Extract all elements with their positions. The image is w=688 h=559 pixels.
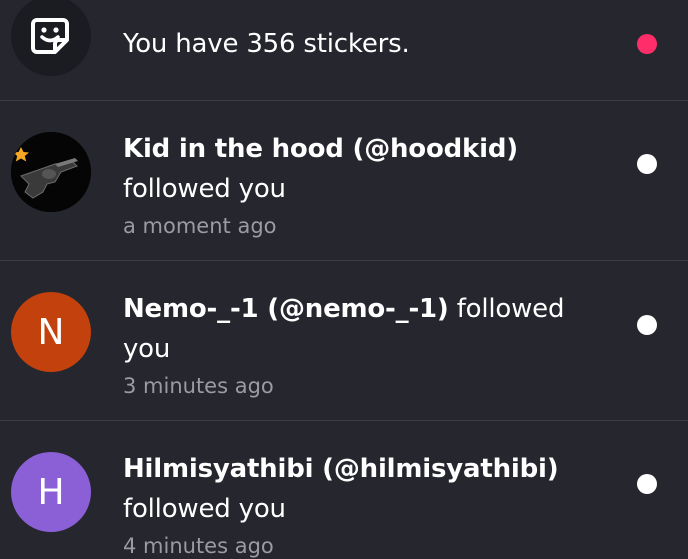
notification-content: You have 356 stickers. bbox=[123, 26, 593, 62]
notification-follow[interactable]: N Nemo-_-1 (@nemo-_-1) followed you 3 mi… bbox=[0, 261, 688, 421]
user-avatar[interactable]: N bbox=[11, 292, 91, 372]
sticker-icon bbox=[31, 18, 69, 54]
notification-list: You have 356 stickers. Kid in the hood (… bbox=[0, 0, 688, 559]
notification-stickers[interactable]: You have 356 stickers. bbox=[0, 0, 688, 101]
notification-follow[interactable]: Kid in the hood (@hoodkid) followed you … bbox=[0, 101, 688, 261]
notification-time: 3 minutes ago bbox=[123, 374, 274, 398]
user-avatar[interactable]: H bbox=[11, 452, 91, 532]
user-name[interactable]: Hilmisyathibi (@hilmisyathibi) bbox=[123, 454, 559, 484]
unread-dot bbox=[637, 474, 657, 494]
notification-action: followed you bbox=[123, 494, 286, 524]
avatar-letter: H bbox=[37, 471, 65, 513]
sticker-avatar bbox=[11, 0, 91, 76]
photo-avatar bbox=[11, 132, 91, 212]
user-avatar[interactable] bbox=[11, 132, 91, 212]
notification-follow[interactable]: H Hilmisyathibi (@hilmisyathibi) followe… bbox=[0, 421, 688, 559]
notification-time: 4 minutes ago bbox=[123, 534, 274, 558]
user-name[interactable]: Kid in the hood (@hoodkid) bbox=[123, 134, 518, 164]
notification-action: followed you bbox=[123, 174, 286, 204]
unread-dot bbox=[637, 315, 657, 335]
unread-dot bbox=[637, 34, 657, 54]
notification-text: You have 356 stickers. bbox=[123, 29, 410, 59]
user-name[interactable]: Nemo-_-1 (@nemo-_-1) bbox=[123, 294, 449, 324]
unread-dot bbox=[637, 154, 657, 174]
notification-content: Nemo-_-1 (@nemo-_-1) followed you 3 minu… bbox=[123, 289, 593, 401]
avatar-letter: N bbox=[37, 311, 65, 353]
notification-content: Kid in the hood (@hoodkid) followed you … bbox=[123, 129, 593, 241]
notification-time: a moment ago bbox=[123, 214, 277, 238]
notification-content: Hilmisyathibi (@hilmisyathibi) followed … bbox=[123, 449, 593, 559]
